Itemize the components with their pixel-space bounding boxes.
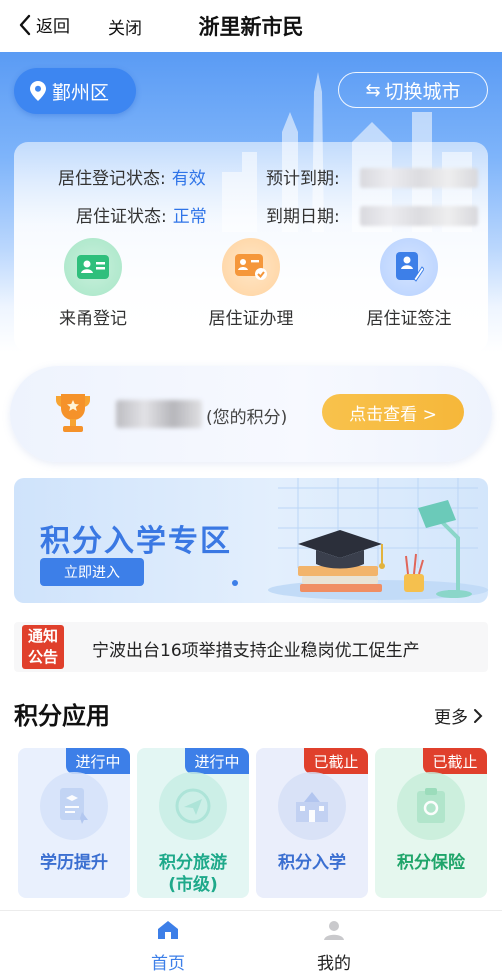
location-pin-icon: [30, 81, 46, 101]
home-icon: [158, 921, 178, 939]
switch-city-label: 切换城市: [384, 80, 461, 103]
app-label: 学历提升: [40, 853, 108, 873]
more-label: 更多: [434, 708, 468, 728]
app-label: 积分旅游 (市级): [137, 852, 249, 896]
endorse-pen-icon: [380, 238, 438, 296]
redacted-expiry-date: [360, 206, 478, 226]
status-badge: 已截止: [304, 748, 368, 774]
airplane-icon: [159, 772, 227, 840]
quick-action-label: 来甬登记: [59, 309, 127, 329]
clipboard-icon: [397, 772, 465, 840]
permit-status: 居住证状态: 正常: [76, 202, 207, 227]
points-school-banner[interactable]: 积分入学专区 立即进入: [14, 478, 488, 603]
user-icon: [324, 921, 344, 940]
carousel-indicator-dot: [232, 580, 238, 586]
trophy-icon: [56, 394, 90, 432]
certificate-check-icon: [222, 238, 280, 296]
status-badge: 已截止: [423, 748, 487, 774]
district-label: 鄞州区: [52, 81, 110, 104]
enter-now-button[interactable]: 立即进入: [40, 558, 144, 586]
chevron-right-icon: [474, 708, 483, 723]
redacted-expected-date: [360, 168, 478, 188]
points-card: (您的积分) 点击查看 >: [10, 366, 492, 462]
notice-badge: 通知 公告: [22, 625, 64, 669]
bottom-tab-bar: 首页 我的: [0, 910, 502, 977]
app-label: 积分保险: [397, 853, 465, 873]
switch-city-button[interactable]: ⇆ 切换城市: [338, 72, 488, 108]
tab-home[interactable]: 首页: [128, 919, 208, 974]
school-building-icon: [278, 772, 346, 840]
more-link[interactable]: 更多: [434, 703, 484, 728]
status-badge: 进行中: [185, 748, 249, 774]
permit-status-value: 正常: [172, 207, 207, 227]
redacted-points-value: [116, 400, 202, 428]
permit-status-label: 居住证状态:: [76, 207, 167, 227]
expiry-date: 到期日期:: [266, 202, 340, 227]
graduation-desk-illustration: [268, 478, 488, 600]
quick-action-endorse[interactable]: 居住证签注: [334, 238, 484, 329]
page-title: 浙里新市民: [198, 15, 304, 39]
swap-arrows-icon: ⇆: [365, 79, 381, 101]
quick-action-label: 居住证办理: [208, 309, 294, 329]
notice-bar[interactable]: 通知 公告 宁波出台16项举措支持企业稳岗优工促生产: [14, 622, 488, 672]
app-card-tourism[interactable]: 进行中 积分旅游 (市级): [137, 748, 249, 898]
registration-status: 居住登记状态: 有效: [58, 164, 206, 189]
app-card-insurance[interactable]: 已截止 积分保险: [375, 748, 487, 898]
residence-status-card: 居住登记状态: 有效 预计到期: 居住证状态: 正常 到期日期: 来甬登记 居住证办…: [14, 142, 488, 352]
tab-label: 我的: [317, 954, 351, 974]
banner-title: 积分入学专区: [40, 524, 232, 559]
top-nav-bar: 返回 关闭 浙里新市民: [0, 0, 502, 52]
expected-expiry-label: 预计到期:: [266, 169, 340, 189]
district-selector[interactable]: 鄞州区: [14, 68, 136, 114]
app-card-education[interactable]: 进行中 学历提升: [18, 748, 130, 898]
registration-status-label: 居住登记状态:: [58, 169, 166, 189]
quick-action-label: 居住证签注: [366, 309, 452, 329]
notice-text: 宁波出台16项举措支持企业稳岗优工促生产: [92, 641, 420, 661]
view-points-button[interactable]: 点击查看 >: [322, 394, 464, 430]
app-label-line1: 积分旅游: [159, 853, 227, 873]
expected-expiry: 预计到期:: [266, 164, 340, 189]
app-card-school[interactable]: 已截止 积分入学: [256, 748, 368, 898]
id-card-icon: [64, 238, 122, 296]
tab-mine[interactable]: 我的: [294, 919, 374, 974]
diploma-icon: [40, 772, 108, 840]
tab-label: 首页: [151, 954, 185, 974]
notice-badge-bottom: 公告: [27, 648, 58, 666]
registration-status-value: 有效: [171, 169, 206, 189]
expiry-date-label: 到期日期:: [266, 207, 340, 227]
section-title-points-apps: 积分应用: [14, 702, 110, 730]
points-label: (您的积分): [206, 408, 288, 428]
quick-action-registration[interactable]: 来甬登记: [18, 238, 168, 329]
notice-badge-top: 通知: [27, 627, 58, 645]
app-label-line2: (市级): [168, 875, 218, 895]
status-badge: 进行中: [66, 748, 130, 774]
app-label: 积分入学: [278, 853, 346, 873]
quick-action-permit[interactable]: 居住证办理: [176, 238, 326, 329]
